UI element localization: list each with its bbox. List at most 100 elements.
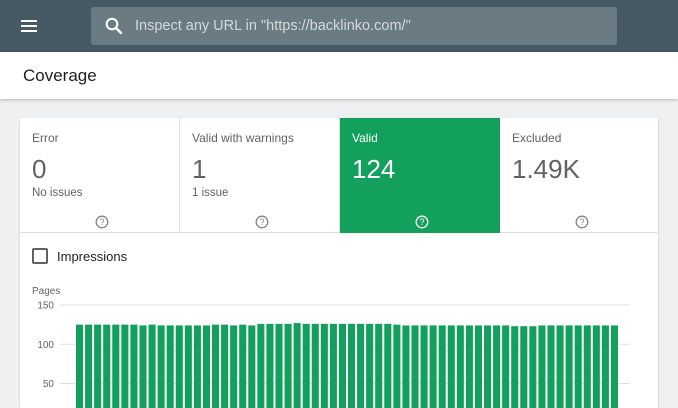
chart-bar[interactable] [248, 325, 256, 408]
chart-bar[interactable] [456, 325, 464, 408]
chart-bar[interactable] [85, 324, 93, 408]
chart-bar[interactable] [293, 323, 301, 408]
impressions-label: Impressions [57, 248, 128, 264]
chart-bar[interactable] [193, 325, 201, 408]
tile-value: 1 [192, 154, 207, 184]
tile-error[interactable]: Error 0 No issues ? [20, 118, 180, 233]
chart-bar[interactable] [438, 325, 446, 408]
chart-bar[interactable] [511, 326, 519, 408]
chart-bar[interactable] [94, 324, 102, 408]
tile-valid-with-warnings[interactable]: Valid with warnings 1 1 issue ? [180, 118, 340, 233]
chart-bar[interactable] [139, 325, 147, 408]
chart-bar[interactable] [338, 323, 346, 408]
tile-valid[interactable]: Valid 124 ? [340, 118, 500, 233]
chart-bar[interactable] [348, 323, 356, 408]
chart-bar[interactable] [284, 323, 292, 408]
chart-bar[interactable] [556, 325, 564, 408]
chart-bar[interactable] [529, 326, 537, 408]
chart-bar[interactable] [574, 325, 582, 408]
search-icon [105, 17, 123, 35]
chart-bar[interactable] [184, 325, 192, 408]
tile-value: 124 [352, 154, 396, 184]
svg-text:?: ? [579, 217, 584, 227]
chart-bar[interactable] [148, 324, 156, 408]
svg-text:?: ? [419, 217, 424, 227]
chart-bar[interactable] [329, 323, 337, 408]
coverage-card: Error 0 No issues ? Valid with warnings … [20, 118, 658, 408]
tile-excluded[interactable]: Excluded 1.49K ? [500, 118, 658, 233]
chart-bar[interactable] [175, 325, 183, 408]
tile-subtext: 1 issue [192, 187, 229, 199]
tile-value: 1.49K [512, 154, 580, 184]
y-axis-title: Pages [32, 286, 60, 297]
y-tick-label: 100 [37, 340, 54, 351]
chart-bar[interactable] [130, 324, 138, 408]
chart-bar[interactable] [76, 324, 84, 408]
chart-bar[interactable] [257, 323, 265, 408]
chart-bar[interactable] [502, 325, 510, 408]
y-tick-label: 150 [37, 301, 54, 312]
chart-bar[interactable] [366, 323, 374, 408]
chart-bar[interactable] [411, 325, 419, 408]
top-app-bar [0, 0, 678, 52]
chart-bar[interactable] [402, 325, 410, 408]
chart-bar[interactable] [121, 324, 129, 408]
chart-bar[interactable] [447, 325, 455, 408]
chart-bar[interactable] [393, 324, 401, 408]
help-icon[interactable]: ? [575, 215, 589, 229]
chart-bar[interactable] [302, 323, 310, 408]
chart-bar[interactable] [420, 325, 428, 408]
chart-bar[interactable] [103, 324, 111, 408]
y-tick-label: 50 [43, 379, 55, 390]
chart-bar[interactable] [583, 325, 591, 408]
svg-text:?: ? [259, 217, 264, 227]
help-icon[interactable]: ? [255, 215, 269, 229]
impressions-toggle[interactable]: Impressions [32, 246, 127, 266]
tile-label: Excluded [512, 131, 562, 145]
chart-bar[interactable] [538, 325, 546, 408]
chart-bar[interactable] [520, 326, 528, 408]
status-tiles: Error 0 No issues ? Valid with warnings … [20, 118, 658, 233]
tile-label: Valid with warnings [192, 131, 294, 145]
help-icon[interactable]: ? [95, 215, 109, 229]
chart-bar[interactable] [157, 325, 165, 408]
chart-bar[interactable] [275, 323, 283, 408]
chart-bar[interactable] [493, 325, 501, 408]
tile-label: Error [32, 131, 59, 145]
chart-bar[interactable] [166, 325, 174, 408]
chart-bar[interactable] [311, 323, 319, 408]
menu-icon [21, 20, 37, 32]
chart-bar[interactable] [474, 325, 482, 408]
url-inspect-search[interactable] [91, 7, 617, 45]
url-inspect-input[interactable] [135, 7, 605, 45]
page-title: Coverage [23, 66, 97, 85]
help-icon[interactable]: ? [415, 215, 429, 229]
pages-bar-chart: Pages 150 100 50 [32, 286, 630, 408]
chart-bar[interactable] [320, 323, 328, 408]
chart-bar[interactable] [239, 324, 247, 408]
chart-bar[interactable] [601, 325, 609, 408]
chart-bar[interactable] [384, 323, 392, 408]
chart-bar[interactable] [221, 324, 229, 408]
tile-label: Valid [352, 131, 378, 145]
tile-subtext: No issues [32, 187, 83, 199]
chart-bar[interactable] [484, 325, 492, 408]
chart-bar[interactable] [202, 325, 210, 408]
chart-bar[interactable] [357, 323, 365, 408]
page-header: Coverage [0, 52, 678, 99]
tile-value: 0 [32, 154, 47, 184]
chart-bar[interactable] [465, 325, 473, 408]
chart-bar[interactable] [375, 323, 383, 408]
chart-bar[interactable] [610, 325, 618, 408]
chart-bar[interactable] [212, 324, 220, 408]
chart-bar[interactable] [565, 325, 573, 408]
chart-bar[interactable] [592, 325, 600, 408]
svg-text:?: ? [99, 217, 104, 227]
chart-bar[interactable] [230, 325, 238, 408]
chart-bar[interactable] [266, 323, 274, 408]
chart-bar[interactable] [429, 325, 437, 408]
impressions-checkbox[interactable] [32, 248, 48, 264]
chart-bar[interactable] [112, 324, 120, 408]
chart-bar[interactable] [547, 325, 555, 408]
menu-button[interactable] [13, 10, 45, 42]
